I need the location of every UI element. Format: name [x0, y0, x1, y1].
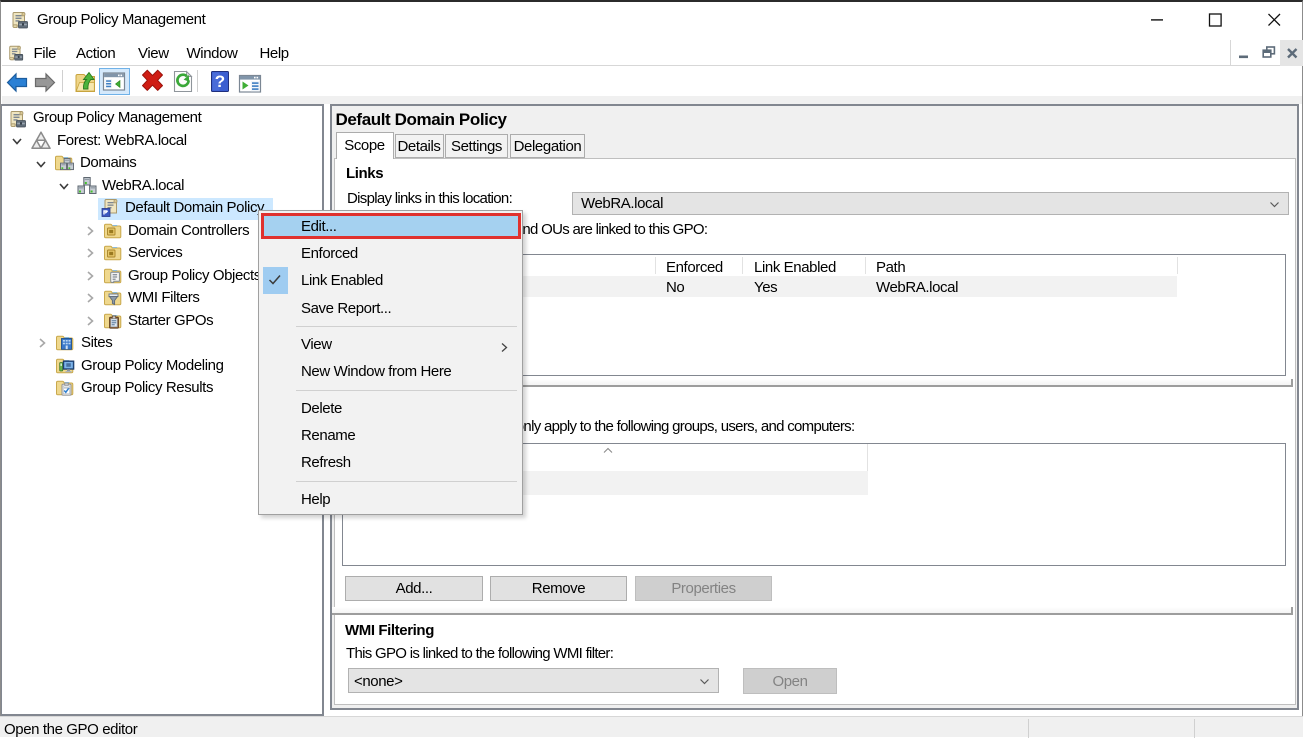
- svg-text:?: ?: [215, 72, 225, 91]
